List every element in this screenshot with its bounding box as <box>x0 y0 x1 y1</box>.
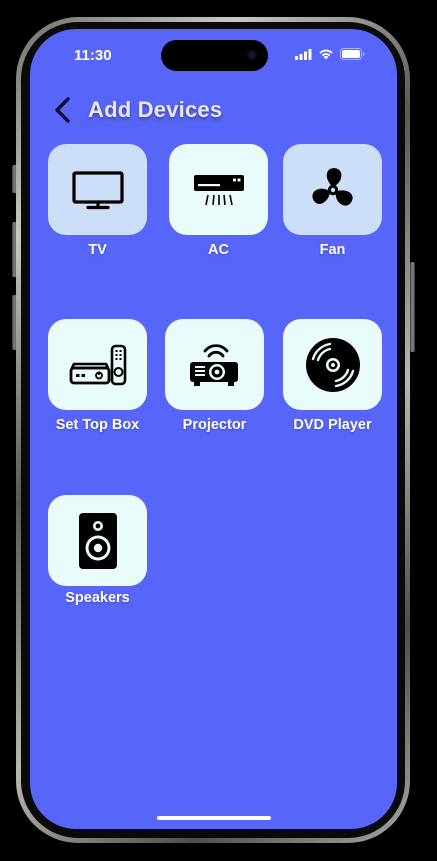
dvd-icon <box>305 337 360 392</box>
wifi-icon <box>319 49 333 60</box>
speaker-icon <box>78 512 117 569</box>
back-button[interactable] <box>52 95 80 125</box>
tile-box <box>48 144 147 235</box>
status-icons <box>295 48 365 60</box>
projector-icon <box>189 343 238 386</box>
header: Add Devices <box>52 95 222 125</box>
device-label: TV <box>88 242 107 258</box>
home-indicator[interactable] <box>157 816 271 820</box>
cellular-signal-icon <box>295 48 312 60</box>
tile-box <box>283 144 382 235</box>
tile-box <box>169 144 268 235</box>
device-mockup: 11:30 Add Devices TV AC Fan Set Top Box … <box>0 0 437 861</box>
air-conditioner-icon <box>193 174 244 205</box>
device-label: DVD Player <box>293 417 372 433</box>
battery-icon <box>340 48 365 60</box>
page-title: Add Devices <box>88 97 223 122</box>
chevron-left-icon <box>55 97 70 123</box>
device-label: Fan <box>319 242 346 258</box>
dynamic-island <box>161 40 268 71</box>
tv-icon <box>71 170 124 209</box>
tile-box <box>165 319 264 410</box>
front-camera <box>247 50 257 60</box>
tile-box <box>48 495 147 586</box>
app-screen: 11:30 Add Devices TV AC Fan Set Top Box … <box>30 29 397 829</box>
status-time: 11:30 <box>74 47 112 64</box>
tile-box <box>48 319 147 410</box>
fan-icon <box>311 167 353 206</box>
tile-box <box>283 319 382 410</box>
power-button <box>410 262 415 352</box>
set-top-box-icon <box>69 344 126 385</box>
device-label: Speakers <box>65 590 130 606</box>
